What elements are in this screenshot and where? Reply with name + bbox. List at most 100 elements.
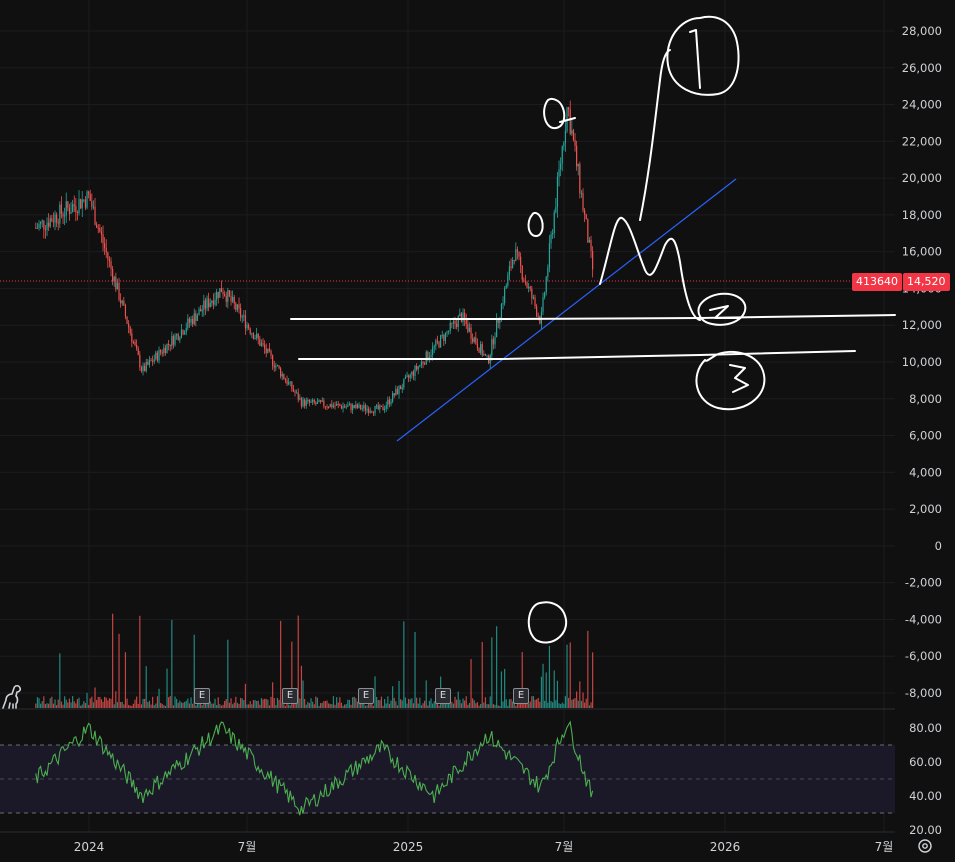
time-label: 2026 <box>710 840 741 854</box>
volume-bar <box>113 704 115 708</box>
candle-body <box>332 405 335 408</box>
candle-body <box>395 389 397 396</box>
candle-body <box>153 359 155 362</box>
candle-body <box>176 334 178 336</box>
candle-body <box>195 313 197 321</box>
volume-bar <box>270 696 272 708</box>
volume-bar <box>432 703 434 708</box>
rsi-pane <box>0 708 895 816</box>
candle-body <box>155 352 157 360</box>
candle-body <box>316 401 319 404</box>
volume-bar <box>264 698 266 708</box>
volume-bar <box>568 697 570 708</box>
volume-bar <box>379 700 381 708</box>
volume-bar <box>244 683 247 708</box>
earnings-marker[interactable]: E <box>513 688 529 704</box>
candle-body <box>328 406 330 408</box>
volume-bar <box>273 697 275 708</box>
volume-bar <box>515 705 517 708</box>
candle-body <box>54 214 56 223</box>
volume-bar <box>476 702 479 708</box>
candle-body <box>358 404 360 408</box>
volume-bar <box>115 691 117 708</box>
earnings-marker[interactable]: E <box>282 688 298 704</box>
candle-body <box>275 365 277 368</box>
volume-bar <box>585 698 587 708</box>
volume-bar <box>323 701 325 708</box>
candle-body <box>286 380 288 385</box>
candle-body <box>398 386 400 395</box>
candle-body <box>417 366 419 370</box>
volume-bar <box>121 701 123 708</box>
price-tick-label: 6,000 <box>909 429 942 443</box>
price-tick-label: 20,000 <box>902 171 942 185</box>
candle-body <box>203 300 205 310</box>
candle-body <box>510 266 512 268</box>
volume-bar <box>491 637 493 708</box>
volume-bar <box>302 680 304 708</box>
volume-bar <box>547 702 549 708</box>
volume-bar <box>408 698 410 708</box>
candle-body <box>214 299 216 305</box>
price-axis[interactable]: 28,000 26,000 24,000 22,000 20,000 18,000 16,0… <box>902 24 942 700</box>
candle-body <box>363 405 365 409</box>
volume-bar <box>492 704 495 708</box>
volume-bar <box>225 699 227 708</box>
candle-body <box>326 406 328 408</box>
candle-body <box>456 323 458 327</box>
volume-bar <box>539 701 541 708</box>
price-tick-label: -8,000 <box>905 686 942 700</box>
volume-bar <box>184 701 186 708</box>
candle-body <box>168 343 170 345</box>
trendline[interactable] <box>396 178 737 442</box>
volume-bar <box>548 645 551 708</box>
candle-body <box>270 350 272 356</box>
volume-bar <box>454 696 456 708</box>
candle-body <box>441 334 443 336</box>
volume-bar <box>564 696 567 708</box>
volume-bar <box>468 702 471 708</box>
earnings-marker[interactable]: E <box>194 688 210 704</box>
candle-body <box>185 327 187 333</box>
candle-body <box>356 404 359 408</box>
candle-body <box>305 400 307 406</box>
candle-body <box>590 239 592 251</box>
rsi-axis[interactable]: 80.00 60.00 40.00 20.00 <box>909 721 942 837</box>
volume-bar <box>262 699 264 708</box>
candle-body <box>251 333 253 335</box>
volume-bar <box>177 702 179 708</box>
chart-canvas[interactable]: 28,000 26,000 24,000 22,000 20,000 18,000 16,0… <box>0 0 955 862</box>
candle-body <box>547 267 549 277</box>
volume-bar <box>260 698 263 708</box>
candle-body <box>164 347 167 354</box>
volume-bar <box>481 641 483 708</box>
earnings-marker[interactable]: E <box>435 688 451 704</box>
volume-bar <box>68 698 71 708</box>
volume-bar <box>60 701 63 708</box>
candle-body <box>403 378 405 388</box>
candle-body <box>414 365 416 376</box>
volume-bar <box>508 699 511 708</box>
volume-bar <box>140 704 143 708</box>
price-tick-label: 28,000 <box>902 24 942 38</box>
volume-bar <box>326 700 328 708</box>
support-line-2 <box>298 350 856 360</box>
candle-body <box>283 374 285 380</box>
volume-bar <box>470 659 472 708</box>
settings-gear-icon[interactable] <box>916 837 934 855</box>
candle-body <box>339 404 341 406</box>
volume-bar <box>76 699 79 708</box>
candle-body <box>52 221 55 223</box>
candle-body <box>288 382 290 385</box>
volume-bar <box>118 633 120 708</box>
time-axis[interactable]: 2024 7월 2025 7월 2026 7월 <box>0 831 895 854</box>
candle-body <box>513 260 515 262</box>
volume-bar <box>72 696 74 708</box>
volume-bar <box>67 702 69 708</box>
candle-body <box>582 193 584 211</box>
volume-bar <box>188 703 191 708</box>
earnings-marker[interactable]: E <box>358 688 374 704</box>
rsi-tick-label: 20.00 <box>909 823 942 837</box>
candle-body <box>502 303 504 305</box>
volume-bar <box>473 700 475 708</box>
